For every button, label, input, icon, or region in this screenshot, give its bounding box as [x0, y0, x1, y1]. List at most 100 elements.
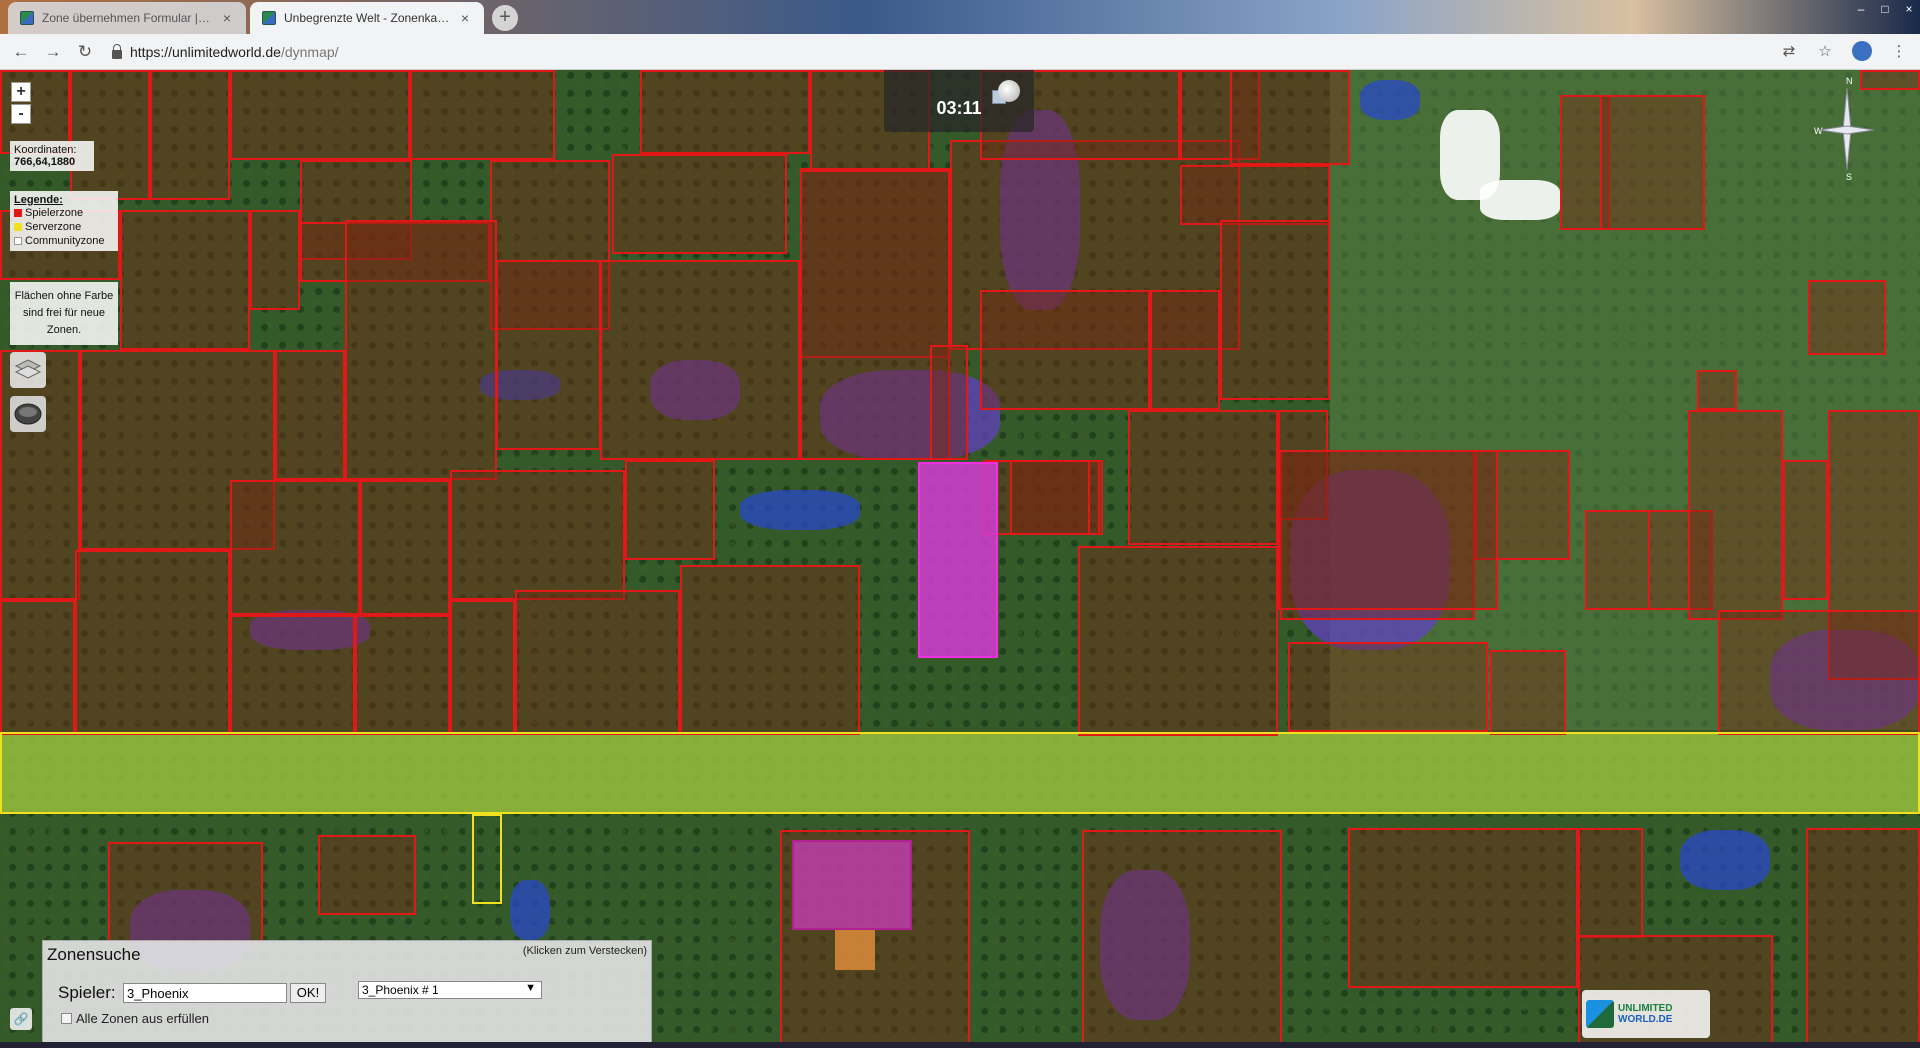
player-zone[interactable]: [625, 460, 715, 560]
player-zone[interactable]: [1600, 95, 1705, 230]
maximize-icon[interactable]: □: [1874, 0, 1896, 20]
zone-map[interactable]: + - Koordinaten: 766,64,1880 Legende: Sp…: [0, 70, 1920, 1048]
tab-title: Unbegrenzte Welt - Zonenkarte: [284, 11, 450, 25]
translate-icon[interactable]: ⇄: [1778, 41, 1800, 63]
player-zone[interactable]: [980, 290, 1150, 410]
menu-icon[interactable]: ⋮: [1888, 41, 1910, 63]
player-zone[interactable]: [1808, 280, 1886, 355]
world-map-icon[interactable]: [10, 396, 46, 432]
fill-all-zones-option[interactable]: Alle Zonen aus erfüllen: [61, 1011, 209, 1026]
lake: [510, 880, 550, 940]
player-zone[interactable]: [1718, 610, 1920, 735]
player-zone[interactable]: [318, 835, 416, 915]
player-zone[interactable]: [1490, 650, 1566, 735]
clock-time: 03:11: [936, 98, 982, 118]
legend-panel: Legende: Spielerzone Serverzone Communit…: [10, 191, 118, 251]
zone-search-panel[interactable]: Zonensuche (Klicken zum Verstecken) Spie…: [42, 940, 652, 1048]
site-favicon-icon: [20, 11, 34, 25]
player-zone[interactable]: [680, 565, 860, 735]
player-zone[interactable]: [275, 350, 345, 480]
player-zone[interactable]: [345, 220, 497, 480]
server-zone[interactable]: [472, 814, 502, 904]
player-zone[interactable]: [1697, 370, 1737, 410]
layers-icon[interactable]: [10, 352, 46, 388]
zone-building: [835, 930, 875, 970]
back-icon[interactable]: ←: [10, 41, 32, 63]
player-zone[interactable]: [108, 842, 263, 942]
server-zone[interactable]: [0, 732, 1920, 814]
player-zone[interactable]: [450, 470, 625, 600]
player-zone[interactable]: [515, 590, 680, 735]
player-zone[interactable]: [1288, 642, 1488, 732]
url-host: https://unlimitedworld.de: [130, 44, 281, 60]
window-close-icon[interactable]: ×: [1898, 0, 1920, 20]
fill-all-checkbox[interactable]: [61, 1013, 72, 1024]
zone-select[interactable]: 3_Phoenix # 1 ▼: [358, 981, 542, 999]
tab-zone-form[interactable]: Zone übernehmen Formular | Un ×: [8, 2, 246, 34]
url-input[interactable]: https://unlimitedworld.de/dynmap/: [112, 39, 1748, 65]
zone-building: [792, 840, 912, 930]
player-zone[interactable]: [1150, 290, 1220, 410]
close-icon[interactable]: ×: [458, 10, 472, 26]
player-zone[interactable]: [1585, 510, 1650, 610]
player-zone[interactable]: [800, 170, 950, 460]
player-zone[interactable]: [1078, 546, 1278, 736]
dropdown-arrow-icon: ▼: [525, 982, 536, 994]
player-zone[interactable]: [1082, 830, 1282, 1048]
player-zone[interactable]: [230, 70, 410, 160]
player-zone[interactable]: [612, 154, 787, 254]
logo-line1: UNLIMITED: [1618, 1003, 1673, 1014]
zoom-in-button[interactable]: +: [11, 82, 31, 102]
unlimitedworld-logo: UNLIMITED WORLD.DE: [1582, 990, 1710, 1038]
selected-zone-highlight[interactable]: [918, 462, 998, 658]
river: [740, 490, 860, 530]
link-icon[interactable]: 🔗: [10, 1008, 32, 1030]
player-zone[interactable]: [70, 70, 150, 200]
forward-icon[interactable]: →: [42, 41, 64, 63]
player-zone[interactable]: [1128, 410, 1278, 545]
player-zone[interactable]: [0, 600, 75, 735]
player-zone[interactable]: [1230, 70, 1350, 165]
tab-zone-map[interactable]: Unbegrenzte Welt - Zonenkarte ×: [250, 2, 484, 34]
player-zone[interactable]: [1688, 410, 1783, 620]
player-zone[interactable]: [1010, 460, 1090, 535]
player-zone[interactable]: [410, 70, 555, 160]
minimize-icon[interactable]: –: [1850, 0, 1872, 20]
profile-avatar[interactable]: [1852, 41, 1872, 61]
player-zone[interactable]: [250, 210, 300, 310]
player-zone[interactable]: [640, 70, 810, 154]
player-zone[interactable]: [1806, 828, 1920, 1048]
player-zone[interactable]: [355, 615, 450, 735]
player-zone[interactable]: [1220, 220, 1330, 400]
legend-label: Communityzone: [25, 235, 105, 247]
player-zone[interactable]: [600, 260, 800, 460]
zoom-out-button[interactable]: -: [11, 104, 31, 124]
player-zone[interactable]: [1783, 460, 1828, 600]
player-zone[interactable]: [230, 615, 355, 735]
player-zone[interactable]: [450, 600, 515, 735]
zone-select-value: 3_Phoenix # 1: [362, 983, 439, 997]
hide-panel-link[interactable]: (Klicken zum Verstecken): [523, 945, 647, 957]
player-zone[interactable]: [75, 550, 230, 735]
bookmark-star-icon[interactable]: ☆: [1814, 41, 1836, 63]
compass-south: S: [1846, 172, 1852, 182]
player-zone[interactable]: [360, 480, 450, 615]
player-zone[interactable]: [496, 260, 601, 450]
player-zone[interactable]: [230, 480, 360, 615]
player-zone[interactable]: [1278, 450, 1498, 610]
player-zone[interactable]: [1180, 165, 1330, 225]
player-zone[interactable]: [1578, 828, 1643, 938]
player-zone[interactable]: [930, 345, 968, 460]
tab-bar: Zone übernehmen Formular | Un × Unbegren…: [0, 0, 1920, 34]
player-zone[interactable]: [1348, 828, 1578, 988]
player-input[interactable]: [123, 983, 287, 1003]
ok-button[interactable]: OK!: [290, 983, 326, 1003]
new-tab-button[interactable]: +: [492, 5, 518, 31]
player-zone[interactable]: [150, 70, 230, 200]
reload-icon[interactable]: ↻: [74, 41, 96, 63]
tab-title: Zone übernehmen Formular | Un: [42, 11, 212, 25]
legend-swatch: [14, 209, 22, 217]
close-icon[interactable]: ×: [220, 10, 234, 26]
player-zone[interactable]: [120, 210, 250, 350]
moon-icon: [998, 80, 1020, 102]
